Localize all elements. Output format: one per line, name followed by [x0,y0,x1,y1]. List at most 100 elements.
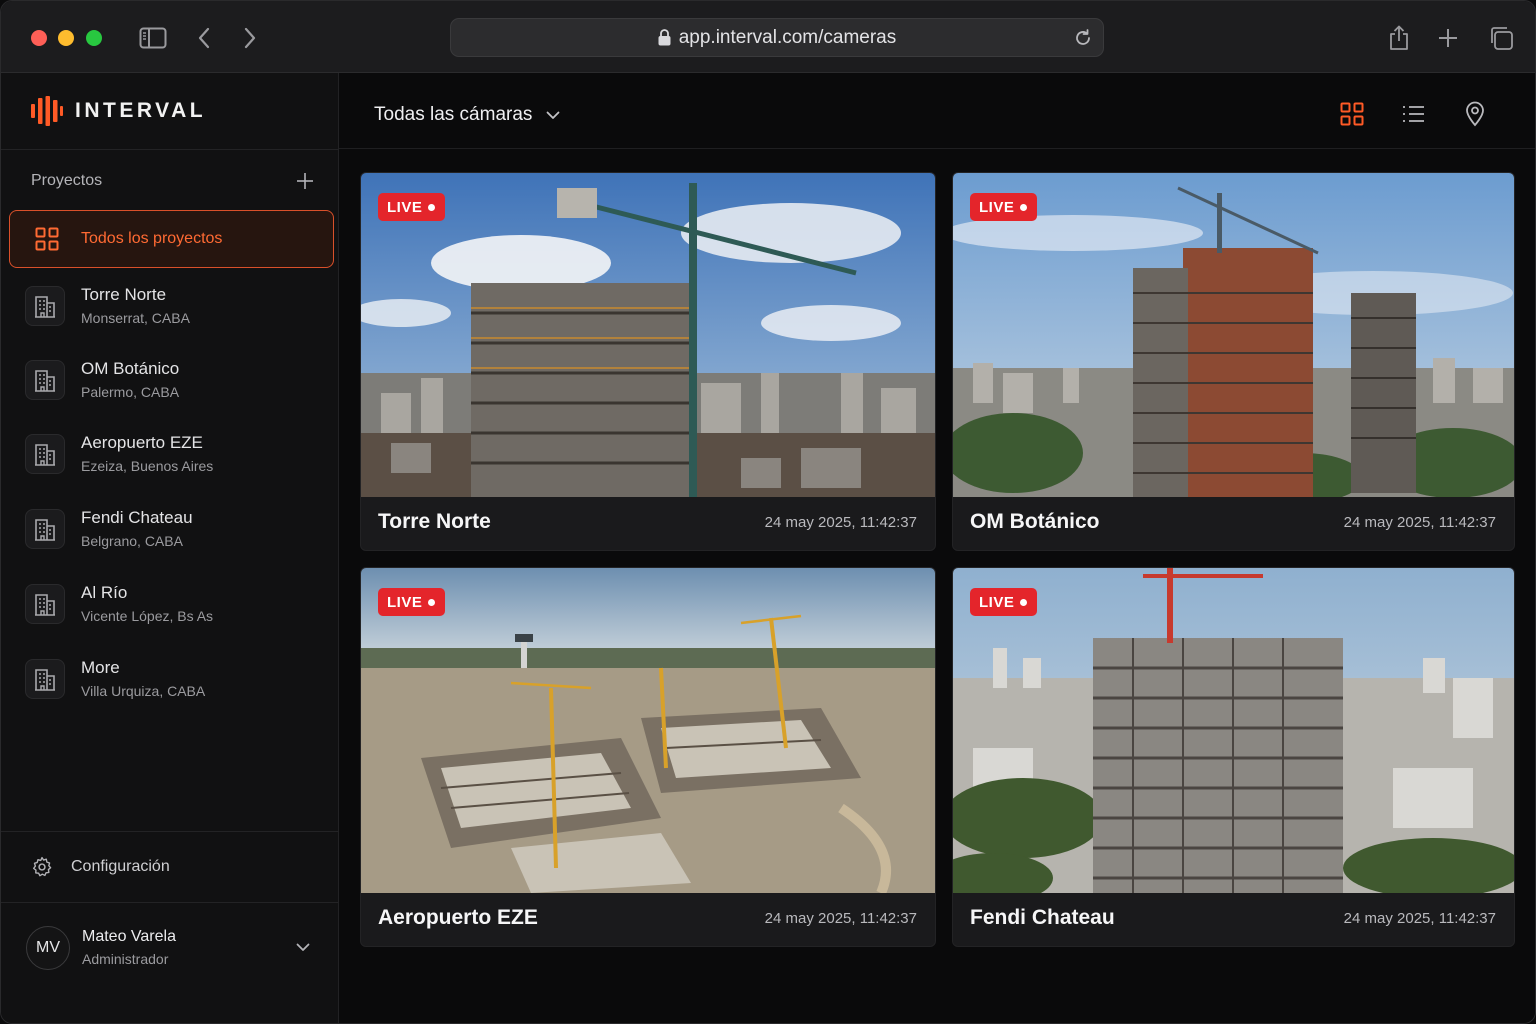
camera-timestamp: 24 may 2025, 11:42:37 [1343,909,1496,927]
settings-button[interactable]: Configuración [31,853,170,881]
card-footer: Aeropuerto EZE 24 may 2025, 11:42:37 [361,890,935,946]
live-label: LIVE [387,593,423,611]
close-window-button[interactable] [31,30,47,46]
recording-dot-icon [428,203,436,211]
browser-window: app.interval.com/cameras INTERVAL Proyec… [0,0,1536,1024]
sidebar-item-om-botanico[interactable]: OM Botánico Palermo, CABA [25,353,325,407]
brand-name: INTERVAL [75,99,207,122]
user-menu[interactable]: MV Mateo Varela Administrador [26,925,321,971]
live-badge: LIVE [378,193,446,221]
list-view-button[interactable] [1398,99,1428,129]
building-icon [25,659,65,699]
card-footer: OM Botánico 24 may 2025, 11:42:37 [953,494,1514,550]
settings-label: Configuración [71,858,170,875]
divider [1,831,339,832]
projects-header: Proyectos [31,169,316,193]
url-text: app.interval.com/cameras [678,26,897,48]
camera-card-fendi-chateau[interactable]: LIVE Fendi Chateau 24 may 2025, 11:42:37 [952,567,1515,947]
add-project-button[interactable] [294,170,316,192]
project-location: Vicente López, Bs As [81,608,214,624]
camera-filter-label: Todas las cámaras [374,104,533,125]
list-view-icon [1403,106,1424,122]
interval-logo-icon [31,96,63,126]
camera-filter-dropdown[interactable]: Todas las cámaras [374,101,564,129]
map-pin-icon [1466,101,1484,127]
project-name: Aeropuerto EZE [81,433,203,452]
browser-toolbar: app.interval.com/cameras [1,1,1535,73]
building-icon [25,509,65,549]
live-label: LIVE [387,198,423,216]
grid-view-button[interactable] [1337,99,1367,129]
sidebar: INTERVAL Proyectos Todos los proyectos T… [1,73,339,1023]
share-icon[interactable] [1384,23,1414,53]
card-footer: Fendi Chateau 24 may 2025, 11:42:37 [953,890,1514,946]
project-location: Villa Urquiza, CABA [81,683,206,699]
recording-dot-icon [428,598,436,606]
sidebar-item-al-rio[interactable]: Al Río Vicente López, Bs As [25,577,325,631]
sidebar-toggle-icon[interactable] [138,23,168,53]
project-name: Torre Norte [81,285,167,304]
tabs-overview-icon[interactable] [1486,23,1516,53]
avatar: MV [26,926,70,970]
live-badge: LIVE [970,588,1038,616]
building-icon [25,286,65,326]
project-location: Palermo, CABA [81,384,180,400]
camera-card-aeropuerto-eze[interactable]: LIVE Aeropuerto EZE 24 may 2025, 11:42:3… [360,567,936,947]
project-name: Al Río [81,583,128,602]
live-label: LIVE [979,198,1015,216]
camera-timestamp: 24 may 2025, 11:42:37 [1343,513,1496,531]
user-role: Administrador [82,951,169,967]
camera-card-torre-norte[interactable]: LIVE Torre Norte 24 may 2025, 11:42:37 [360,172,936,551]
grid-icon [35,227,59,251]
minimize-window-button[interactable] [58,30,74,46]
brand[interactable]: INTERVAL [31,95,206,127]
divider [1,149,339,150]
new-tab-icon[interactable] [1433,23,1463,53]
sidebar-item-torre-norte[interactable]: Torre Norte Monserrat, CABA [25,279,325,333]
gear-icon [31,856,53,878]
camera-title: Aeropuerto EZE [378,906,538,929]
camera-feed[interactable] [953,568,1515,893]
projects-title: Proyectos [31,172,103,189]
chevron-down-icon[interactable] [293,937,313,957]
camera-card-om-botanico[interactable]: LIVE OM Botánico 24 may 2025, 11:42:37 [952,172,1515,551]
lock-icon [658,29,671,46]
project-location: Ezeiza, Buenos Aires [81,458,214,474]
project-name: More [81,658,120,677]
project-location: Monserrat, CABA [81,310,190,326]
project-name: Fendi Chateau [81,508,193,527]
main-content: Todas las cámaras LIVE Torre Norte 24 ma… [339,73,1535,1023]
live-badge: LIVE [970,193,1038,221]
live-badge: LIVE [378,588,446,616]
map-view-button[interactable] [1460,99,1490,129]
user-name: Mateo Varela [82,928,176,945]
grid-view-icon [1340,102,1364,126]
address-bar[interactable]: app.interval.com/cameras [450,18,1104,57]
maximize-window-button[interactable] [86,30,102,46]
main-toolbar: Todas las cámaras [339,73,1535,149]
sidebar-item-label: Todos los proyectos [81,230,223,247]
forward-icon[interactable] [235,23,265,53]
camera-feed[interactable] [953,173,1515,497]
camera-feed[interactable] [361,568,936,893]
recording-dot-icon [1020,203,1028,211]
building-icon [25,584,65,624]
sidebar-item-fendi-chateau[interactable]: Fendi Chateau Belgrano, CABA [25,502,325,556]
reload-icon[interactable] [1071,26,1095,50]
recording-dot-icon [1020,598,1028,606]
card-footer: Torre Norte 24 may 2025, 11:42:37 [361,494,935,550]
camera-title: OM Botánico [970,510,1100,533]
camera-timestamp: 24 may 2025, 11:42:37 [764,909,917,927]
camera-feed[interactable] [361,173,936,497]
project-location: Belgrano, CABA [81,533,183,549]
building-icon [25,434,65,474]
building-icon [25,360,65,400]
camera-title: Fendi Chateau [970,906,1115,929]
sidebar-item-aeropuerto-eze[interactable]: Aeropuerto EZE Ezeiza, Buenos Aires [25,427,325,481]
sidebar-item-all-projects[interactable]: Todos los proyectos [9,210,334,268]
back-icon[interactable] [189,23,219,53]
sidebar-item-more[interactable]: More Villa Urquiza, CABA [25,652,325,706]
live-label: LIVE [979,593,1015,611]
project-name: OM Botánico [81,359,180,378]
chevron-down-icon [546,106,564,124]
